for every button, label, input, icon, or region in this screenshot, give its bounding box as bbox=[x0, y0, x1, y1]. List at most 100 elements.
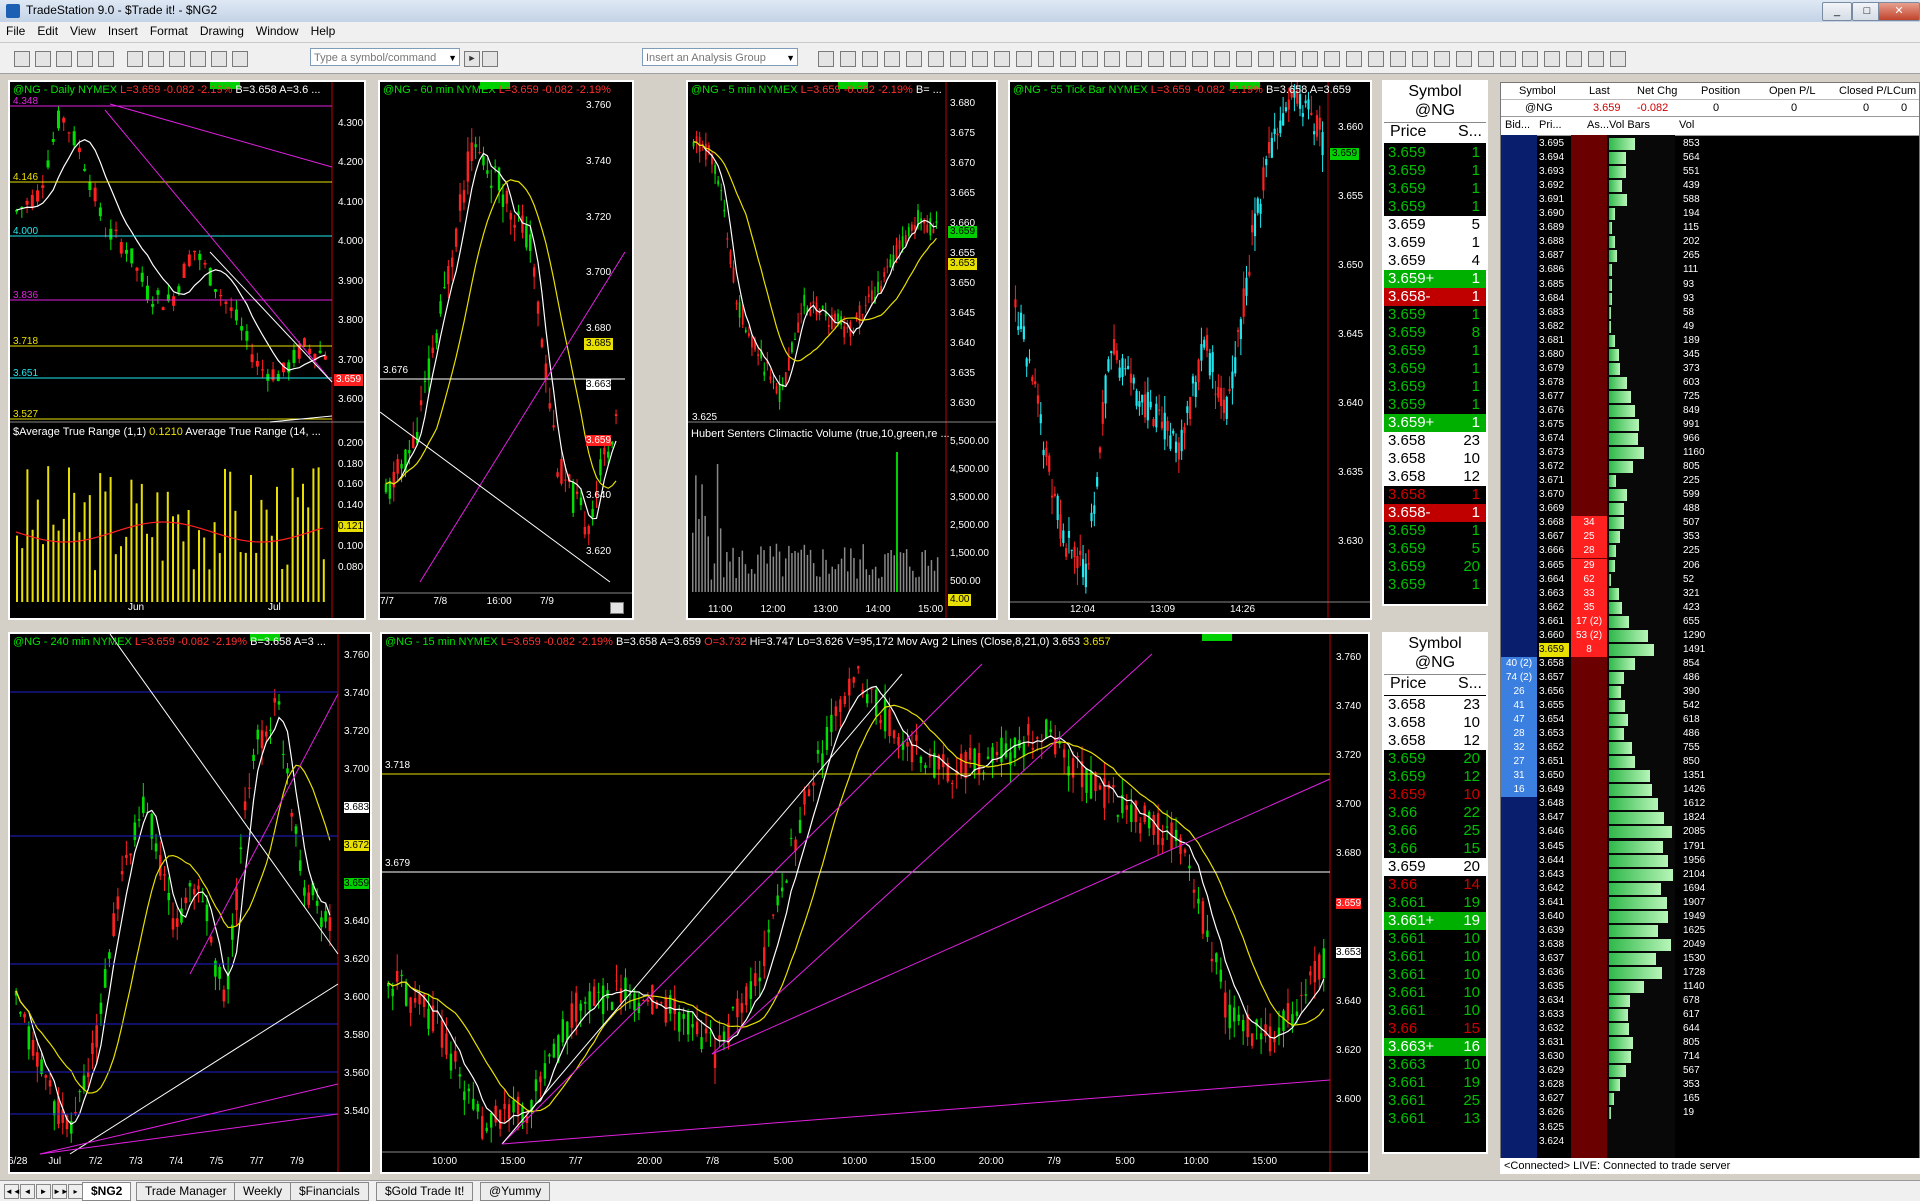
price-cell[interactable]: 3.625 bbox=[1539, 1121, 1569, 1135]
trendline[interactable] bbox=[501, 663, 983, 1145]
workspace-tab[interactable]: Trade Manager bbox=[136, 1182, 236, 1201]
bid-size-cell[interactable]: 28 bbox=[1501, 727, 1537, 742]
menu-view[interactable]: View bbox=[64, 22, 102, 38]
bid-size-cell[interactable]: 27 bbox=[1501, 755, 1537, 770]
price-column-label[interactable]: Price bbox=[1390, 675, 1426, 693]
price-cell[interactable]: 3.638 bbox=[1539, 938, 1569, 952]
price-cell[interactable]: 3.666 bbox=[1539, 544, 1569, 558]
trendline[interactable] bbox=[419, 251, 626, 583]
price-cell[interactable]: 3.695 bbox=[1539, 137, 1569, 151]
trendline[interactable] bbox=[501, 673, 903, 1145]
ask-size-cell[interactable]: 34 bbox=[1571, 516, 1607, 531]
arrow-tool-icon[interactable] bbox=[1544, 51, 1560, 67]
dom-column-label[interactable]: Vol Bars bbox=[1609, 119, 1650, 131]
menu-drawing[interactable]: Drawing bbox=[194, 22, 250, 38]
price-cell[interactable]: 3.646 bbox=[1539, 825, 1569, 839]
price-cell[interactable]: 3.672 bbox=[1539, 460, 1569, 474]
price-cell[interactable]: 3.691 bbox=[1539, 193, 1569, 207]
price-cell[interactable]: 3.673 bbox=[1539, 446, 1569, 460]
menu-file[interactable]: File bbox=[0, 22, 31, 38]
price-cell[interactable]: 3.649 bbox=[1539, 783, 1569, 797]
options-icon[interactable] bbox=[994, 51, 1010, 67]
bid-size-cell[interactable]: 47 bbox=[1501, 713, 1537, 728]
price-cell[interactable]: 3.683 bbox=[1539, 306, 1569, 320]
price-cell[interactable]: 3.632 bbox=[1539, 1022, 1569, 1036]
price-cell[interactable]: 3.679 bbox=[1539, 362, 1569, 376]
folder-icon[interactable] bbox=[98, 51, 114, 67]
bid-size-cell[interactable]: 32 bbox=[1501, 741, 1537, 756]
price-cell[interactable]: 3.669 bbox=[1539, 502, 1569, 516]
price-cell[interactable]: 3.684 bbox=[1539, 292, 1569, 306]
trendline[interactable] bbox=[109, 103, 333, 168]
price-cell[interactable]: 3.631 bbox=[1539, 1036, 1569, 1050]
pointer-icon[interactable] bbox=[1082, 51, 1098, 67]
price-cell[interactable]: 3.664 bbox=[1539, 573, 1569, 587]
price-cell[interactable]: 3.661 bbox=[1539, 615, 1569, 629]
line-tool-icon[interactable] bbox=[1368, 51, 1384, 67]
price-cell[interactable]: 3.627 bbox=[1539, 1092, 1569, 1106]
chevron-down-icon[interactable]: ▼ bbox=[448, 49, 457, 67]
price-cell[interactable]: 3.690 bbox=[1539, 207, 1569, 221]
lock-icon[interactable] bbox=[190, 51, 206, 67]
price-cell[interactable]: 3.671 bbox=[1539, 474, 1569, 488]
price-cell[interactable]: 3.663 bbox=[1539, 587, 1569, 601]
price-cell[interactable]: 3.689 bbox=[1539, 221, 1569, 235]
price-cell[interactable]: 3.651 bbox=[1539, 755, 1569, 769]
price-cell[interactable]: 3.668 bbox=[1539, 516, 1569, 530]
workspace-tab[interactable]: $Gold Trade It! bbox=[376, 1182, 474, 1201]
workspace-icon[interactable] bbox=[169, 51, 185, 67]
trendline[interactable] bbox=[501, 1079, 1331, 1145]
price-cell[interactable]: 3.642 bbox=[1539, 882, 1569, 896]
bid-size-cell[interactable]: 40 (2) bbox=[1501, 656, 1537, 671]
price-cell[interactable]: 3.655 bbox=[1539, 699, 1569, 713]
price-cell[interactable]: 3.688 bbox=[1539, 235, 1569, 249]
minimize-button[interactable]: _ bbox=[1822, 2, 1852, 21]
first-tab-nav-icon[interactable]: ◄◄ bbox=[4, 1184, 21, 1199]
analysis-group-select[interactable]: Insert an Analysis Group ▼ bbox=[642, 48, 798, 66]
crosshair-icon[interactable] bbox=[1104, 51, 1120, 67]
price-cell[interactable]: 3.693 bbox=[1539, 165, 1569, 179]
scanner-icon[interactable] bbox=[884, 51, 900, 67]
zoom-out-icon[interactable] bbox=[1060, 51, 1076, 67]
channel-tool-icon[interactable] bbox=[1390, 51, 1406, 67]
price-cell[interactable]: 3.681 bbox=[1539, 334, 1569, 348]
time-and-sales-top[interactable]: Symbol @NG Price S... 3.659 1 3.659 1 3.659 1 3.65… bbox=[1382, 80, 1488, 606]
arrow-up-icon[interactable] bbox=[1280, 51, 1296, 67]
price-cell[interactable]: 3.626 bbox=[1539, 1106, 1569, 1120]
price-cell[interactable]: 3.641 bbox=[1539, 896, 1569, 910]
size-column-label[interactable]: S... bbox=[1458, 123, 1482, 141]
price-cell[interactable]: 3.680 bbox=[1539, 348, 1569, 362]
price-cell[interactable]: 3.665 bbox=[1539, 559, 1569, 573]
color-icon[interactable] bbox=[232, 51, 248, 67]
ask-size-cell[interactable]: 33 bbox=[1571, 586, 1607, 601]
price-cell[interactable]: 3.640 bbox=[1539, 910, 1569, 924]
price-cell[interactable]: 3.675 bbox=[1539, 418, 1569, 432]
horizontal-line-icon[interactable] bbox=[1192, 51, 1208, 67]
news-icon[interactable] bbox=[928, 51, 944, 67]
tick-chart-canvas[interactable] bbox=[1010, 82, 1370, 618]
price-cell[interactable]: 3.635 bbox=[1539, 980, 1569, 994]
ask-size-cell[interactable]: 53 (2) bbox=[1571, 628, 1607, 643]
menu-window[interactable]: Window bbox=[250, 22, 305, 38]
cycle-tool-icon[interactable] bbox=[1500, 51, 1516, 67]
dom-header-cell[interactable]: Open P/L bbox=[1769, 85, 1815, 97]
price-cell[interactable]: 3.658 bbox=[1539, 657, 1569, 671]
gann-tool-icon[interactable] bbox=[1412, 51, 1428, 67]
dom-header-cell[interactable]: Net Chg bbox=[1637, 85, 1677, 97]
price-cell[interactable]: 3.639 bbox=[1539, 924, 1569, 938]
price-cell[interactable]: 3.637 bbox=[1539, 952, 1569, 966]
price-cell[interactable]: 3.634 bbox=[1539, 994, 1569, 1008]
bid-size-cell[interactable]: 16 bbox=[1501, 783, 1537, 798]
ask-size-cell[interactable]: 17 (2) bbox=[1571, 614, 1607, 629]
open-icon[interactable] bbox=[35, 51, 51, 67]
zoom-in-icon[interactable] bbox=[1038, 51, 1054, 67]
new-icon[interactable] bbox=[14, 51, 30, 67]
price-cell[interactable]: 3.678 bbox=[1539, 376, 1569, 390]
dom-column-label[interactable]: Pri... bbox=[1539, 119, 1562, 131]
dom-header-cell[interactable]: Symbol bbox=[1519, 85, 1556, 97]
trendline[interactable] bbox=[380, 411, 611, 583]
workspace-tab[interactable]: Weekly bbox=[234, 1182, 292, 1201]
price-column-label[interactable]: Price bbox=[1390, 123, 1426, 141]
print-preview-icon[interactable] bbox=[127, 51, 143, 67]
matrix-dom-ladder[interactable]: Symbol Last Net Chg Position Open P/L Closed … bbox=[1500, 82, 1920, 1174]
